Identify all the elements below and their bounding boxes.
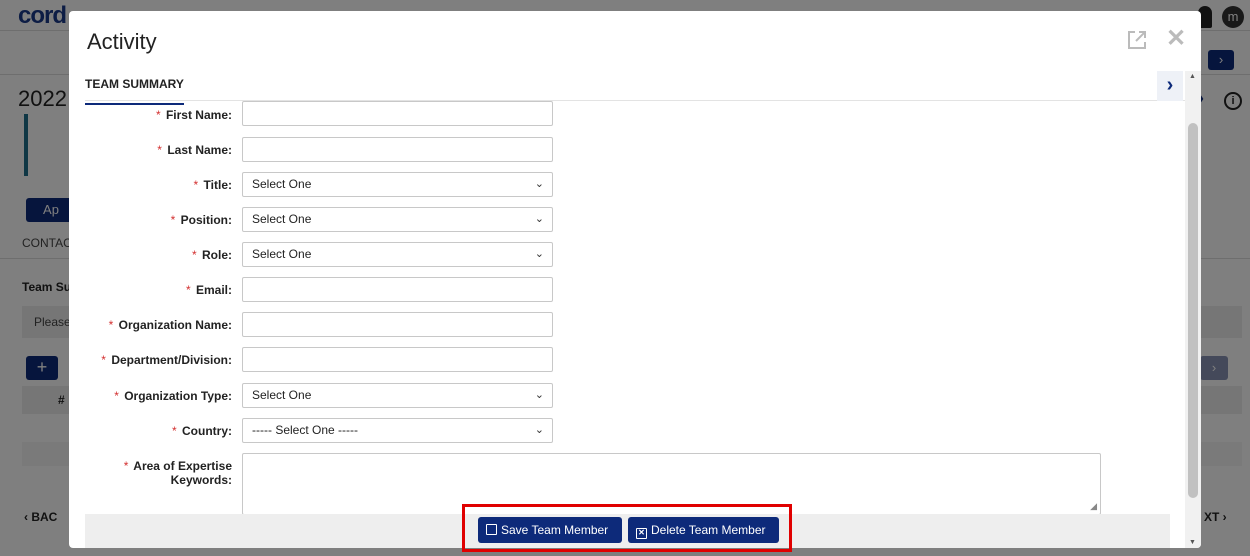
activity-modal: Activity ✕ TEAM SUMMARY › * First Name: … (69, 11, 1201, 548)
country-select[interactable]: ----- Select One ----- ⌄ (242, 418, 553, 443)
organization-type-select[interactable]: Select One ⌄ (242, 383, 553, 408)
modal-title: Activity (87, 29, 157, 54)
field-label: * Email: (185, 283, 232, 297)
field-label: * Last Name: (157, 143, 232, 157)
field-label: * Organization Name: (108, 318, 232, 332)
organization-name-field[interactable] (242, 312, 553, 337)
email-field[interactable] (242, 277, 553, 302)
field-label: * Position: (170, 213, 232, 227)
first-name-field[interactable] (242, 101, 553, 126)
field-label: * Department/Division: (101, 353, 232, 367)
chevron-down-icon: ⌄ (534, 178, 544, 190)
chevron-right-icon[interactable]: › (1157, 71, 1183, 101)
field-label: * Organization Type: (114, 389, 232, 403)
chevron-down-icon: ⌄ (534, 389, 544, 401)
role-select[interactable]: Select One ⌄ (242, 242, 553, 267)
position-select[interactable]: Select One ⌄ (242, 207, 553, 232)
field-label: * Country: (171, 424, 232, 438)
last-name-field[interactable] (242, 137, 553, 162)
field-label: * Area of Expertise Keywords: (123, 459, 232, 487)
resize-handle-icon[interactable]: ◢ (1090, 501, 1097, 512)
scroll-thumb[interactable] (1188, 123, 1198, 498)
open-external-icon[interactable] (1126, 29, 1148, 51)
field-label: * Title: (193, 178, 232, 192)
chevron-down-icon: ⌄ (534, 424, 544, 436)
scroll-up-icon[interactable]: ▲ (1189, 73, 1196, 80)
highlight-box (462, 504, 792, 552)
chevron-down-icon: ⌄ (534, 213, 544, 225)
title-select[interactable]: Select One ⌄ (242, 172, 553, 197)
modal-scrollbar[interactable]: ▲ ▼ (1185, 71, 1201, 548)
scroll-down-icon[interactable]: ▼ (1189, 539, 1196, 546)
department-field[interactable] (242, 347, 553, 372)
field-label: * Role: (191, 248, 232, 262)
field-label: * First Name: (155, 108, 232, 122)
chevron-down-icon: ⌄ (534, 248, 544, 260)
form-area: * First Name: * Last Name: * Title: Sele… (69, 101, 1185, 548)
close-icon[interactable]: ✕ (1166, 27, 1186, 51)
